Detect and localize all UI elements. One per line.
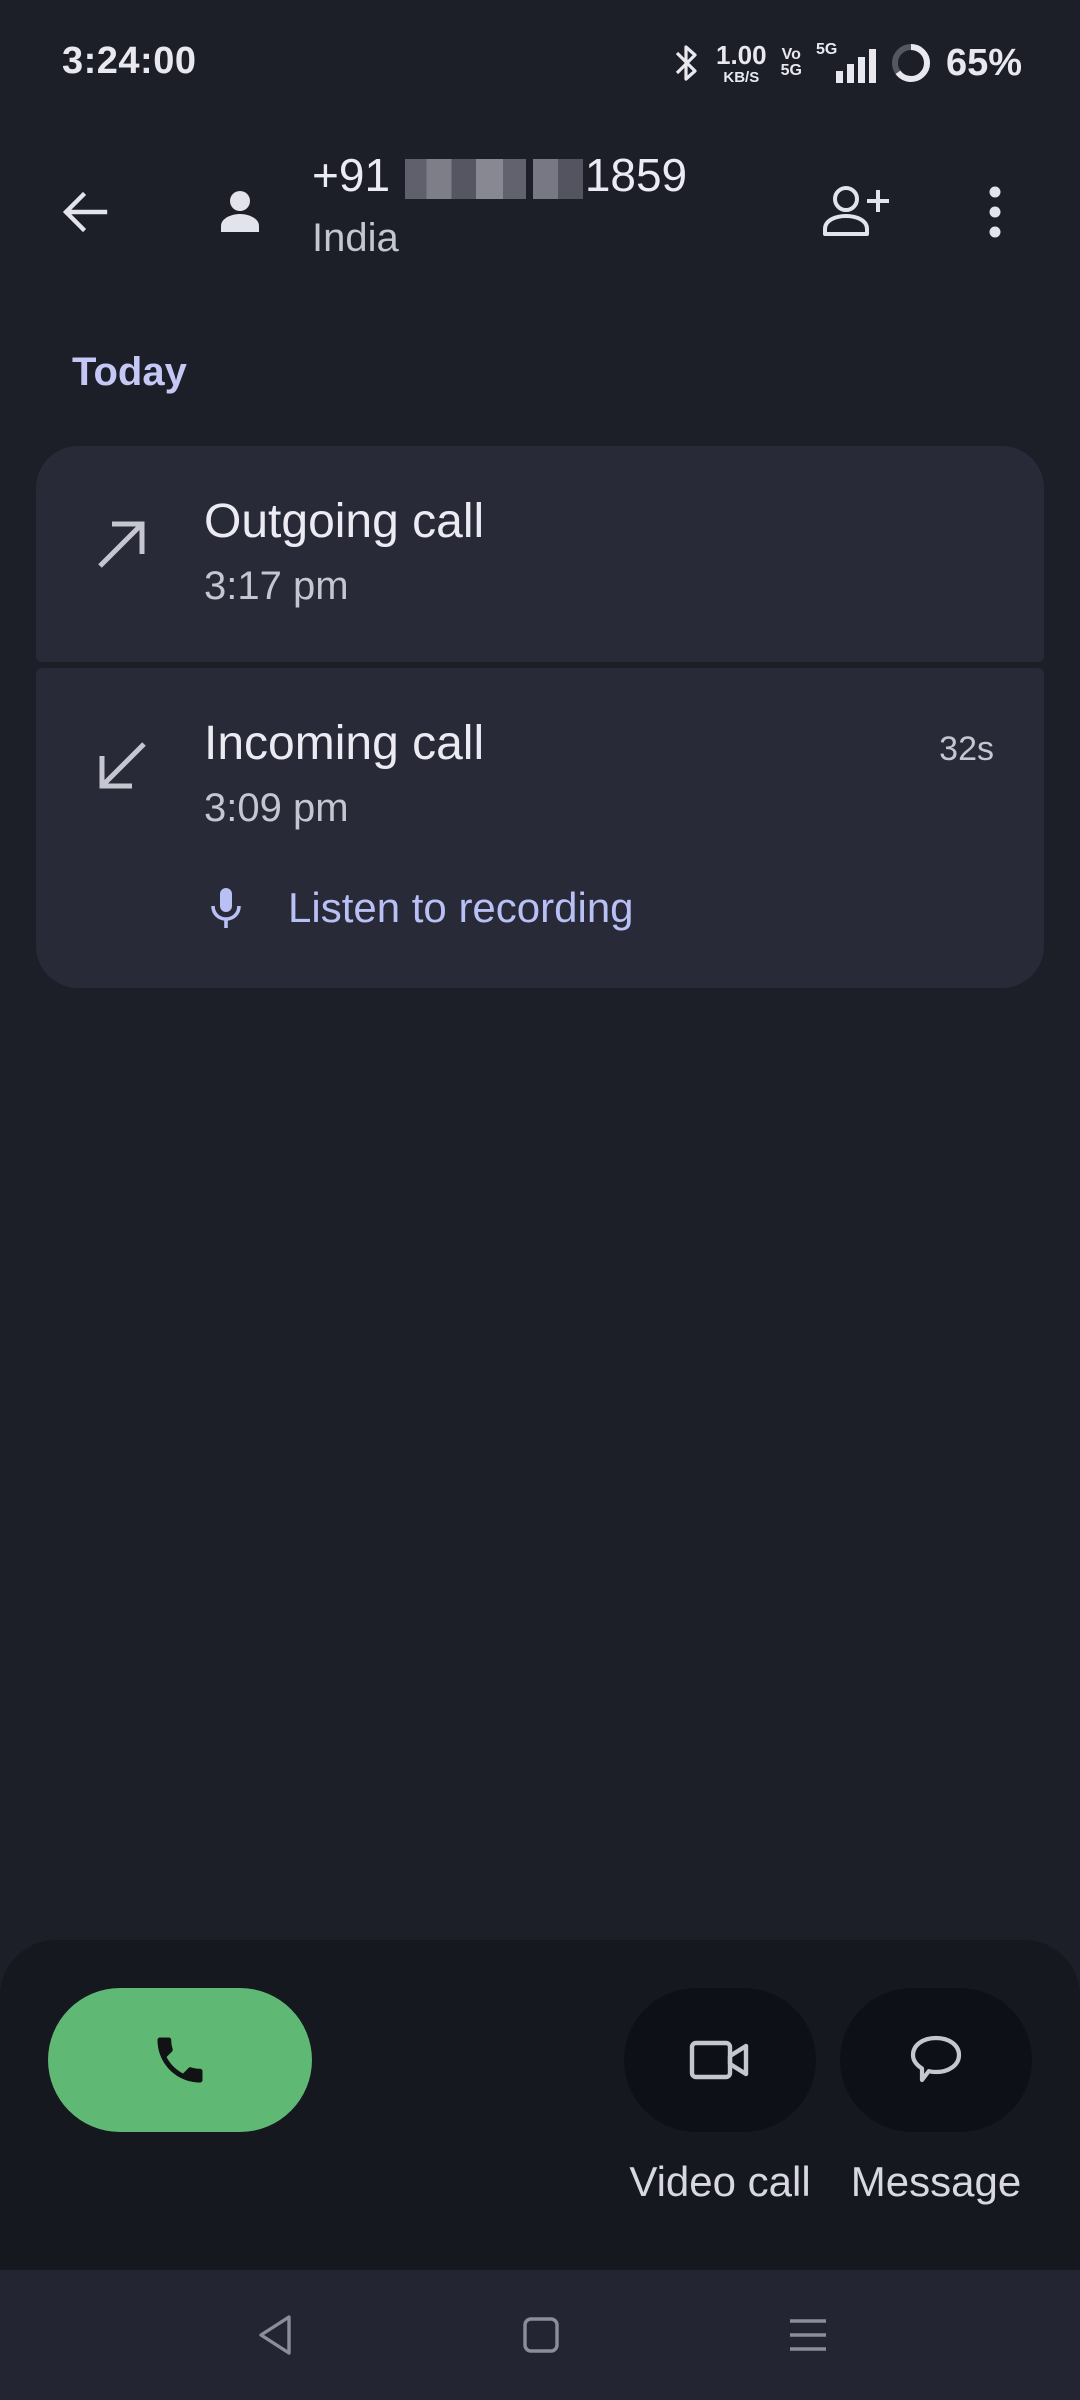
more-options-button[interactable] (950, 167, 1040, 257)
network-speed-unit: KB/S (723, 68, 760, 86)
call-type: Outgoing call (204, 495, 485, 548)
recording-label: Listen to recording (288, 884, 634, 931)
call-log-entry[interactable]: Incoming call 3:09 pm 32s Listen to reco… (36, 668, 1044, 988)
call-time: 3:17 pm (204, 564, 349, 608)
battery-percent: 65% (945, 41, 1022, 84)
network-speed: 1.00 KB/S (716, 42, 767, 85)
more-vert-icon (989, 186, 1001, 238)
battery-ring-icon (891, 44, 930, 82)
number-suffix: 1859 (584, 149, 688, 201)
volte-top: Vo (781, 46, 801, 63)
nav-back-icon (259, 2315, 291, 2355)
redacted-digits (404, 158, 583, 199)
mic-icon (211, 888, 241, 928)
nav-back-button[interactable] (240, 2300, 310, 2370)
signal-indicator: 5G (816, 41, 876, 85)
signal-bars-icon (835, 49, 876, 83)
nav-menu-icon (790, 2319, 826, 2351)
status-icons: 1.00 KB/S Vo 5G 5G 65% (672, 38, 1022, 88)
videocam-icon (689, 2040, 749, 2080)
contact-number: +91 1859 (312, 148, 687, 202)
chat-bubble-icon (910, 2035, 962, 2083)
person-add-icon (823, 186, 889, 236)
nav-home-button[interactable] (506, 2300, 576, 2370)
call-details-screen: 3:24:00 1.00 KB/S Vo 5G 5G 65% +91 1859 … (0, 0, 1080, 2400)
contact-country: India (312, 216, 399, 260)
network-speed-value: 1.00 (715, 39, 767, 70)
call-time: 3:09 pm (204, 786, 349, 830)
status-bar: 3:24:00 1.00 KB/S Vo 5G 5G 65% (0, 0, 1080, 120)
arrow-back-icon (62, 191, 108, 233)
volte-indicator: Vo 5G (781, 47, 802, 79)
message-label: Message (850, 2158, 1022, 2205)
call-type: Incoming call (204, 717, 485, 770)
listen-recording-button[interactable]: Listen to recording (204, 878, 634, 938)
call-log-entry[interactable]: Outgoing call 3:17 pm (36, 446, 1044, 662)
action-panel: Video call Message (0, 1940, 1080, 2270)
video-call-button[interactable] (624, 1988, 816, 2132)
contact-header: +91 1859 India (0, 140, 1080, 280)
nav-recents-button[interactable] (773, 2300, 843, 2370)
contact-avatar (205, 176, 275, 246)
system-nav-bar (0, 2270, 1080, 2400)
date-section-label: Today (72, 350, 187, 394)
message-button[interactable] (840, 1988, 1032, 2132)
voice-call-button[interactable] (48, 1988, 312, 2132)
video-call-label: Video call (629, 2158, 811, 2205)
call-duration: 32s (939, 730, 994, 768)
back-button[interactable] (40, 167, 130, 257)
number-prefix: +91 (312, 149, 391, 201)
person-icon (221, 191, 259, 232)
volte-bottom: 5G (780, 62, 802, 79)
phone-icon (157, 2037, 203, 2083)
call-received-icon (99, 742, 146, 789)
status-time: 3:24:00 (62, 40, 197, 82)
nav-home-icon (523, 2317, 559, 2353)
call-made-icon (98, 521, 145, 568)
bluetooth-icon (675, 45, 697, 81)
add-contact-button[interactable] (812, 167, 902, 257)
